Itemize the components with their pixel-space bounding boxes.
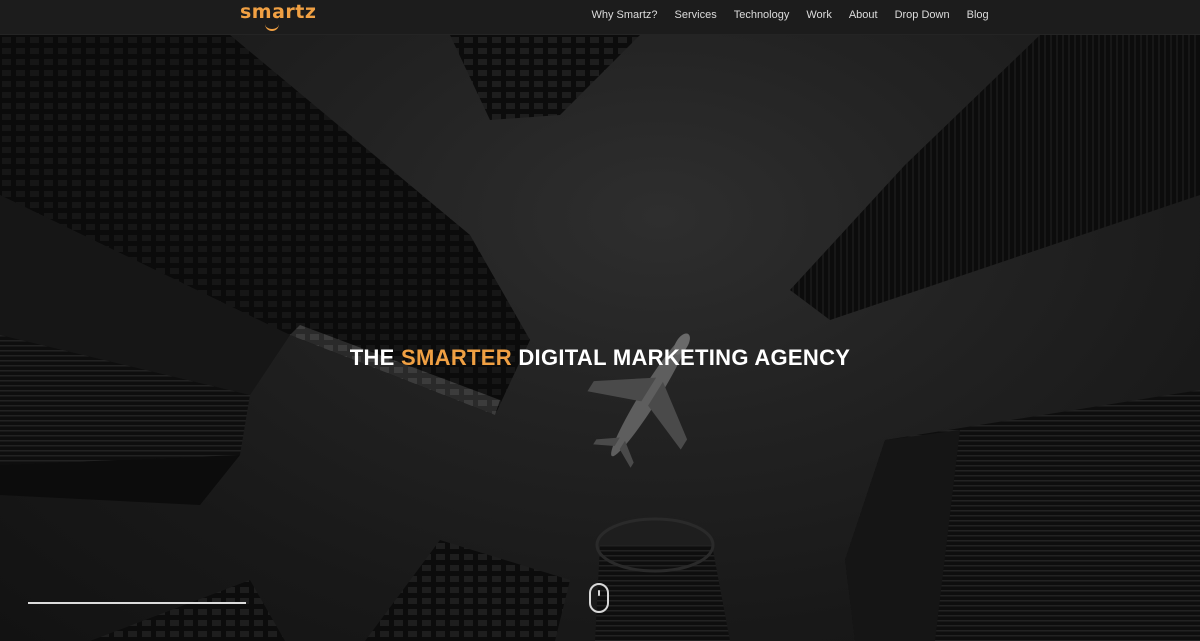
nav-about[interactable]: About	[849, 9, 878, 21]
headline-post: DIGITAL MARKETING AGENCY	[511, 345, 851, 370]
page: smartz Why Smartz? Services Technology W…	[0, 0, 1200, 641]
nav-services[interactable]: Services	[675, 9, 717, 21]
headline-pre: THE	[349, 345, 402, 370]
nav-drop-down[interactable]: Drop Down	[895, 9, 950, 21]
hero-headline: THE SMARTER DIGITAL MARKETING AGENCY	[0, 345, 1200, 371]
logo[interactable]: smartz	[240, 1, 316, 23]
logo-smile-icon	[265, 22, 279, 31]
bottom-strip	[28, 602, 246, 604]
nav-blog[interactable]: Blog	[967, 9, 989, 21]
nav-technology[interactable]: Technology	[734, 9, 790, 21]
site-header: smartz Why Smartz? Services Technology W…	[0, 0, 1200, 35]
hero-background-image	[0, 35, 1200, 641]
scroll-down-mouse-icon[interactable]	[589, 583, 609, 613]
nav-work[interactable]: Work	[806, 9, 831, 21]
main-nav: Why Smartz? Services Technology Work Abo…	[583, 0, 997, 30]
nav-why-smartz[interactable]: Why Smartz?	[592, 9, 658, 21]
hero-section: THE SMARTER DIGITAL MARKETING AGENCY	[0, 35, 1200, 641]
airplane-graphic	[587, 333, 690, 468]
headline-accent: SMARTER	[401, 345, 512, 370]
